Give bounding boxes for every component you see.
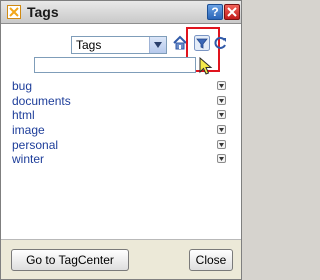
list-item: bug: [1, 79, 241, 94]
chevron-down-icon: [219, 157, 224, 162]
tag-link-bug[interactable]: bug: [12, 79, 32, 93]
tag-menu-button[interactable]: [217, 154, 226, 164]
list-item: winter: [1, 152, 241, 167]
view-select[interactable]: Tags: [71, 36, 167, 54]
chevron-down-icon: [219, 142, 224, 147]
filter-icon[interactable]: [194, 35, 210, 51]
list-item: documents: [1, 94, 241, 109]
tag-menu-button[interactable]: [217, 95, 226, 105]
tag-menu-button[interactable]: [217, 81, 226, 90]
go-to-tagcenter-button[interactable]: Go to TagCenter: [11, 249, 129, 271]
tag-menu-button[interactable]: [217, 110, 226, 120]
chevron-down-icon: [219, 84, 224, 88]
chevron-down-icon: [219, 128, 224, 133]
mouse-cursor-icon: [199, 57, 213, 75]
refresh-icon[interactable]: [212, 35, 228, 51]
title-bar[interactable]: Tags ?: [1, 1, 241, 24]
dialog-title: Tags: [27, 4, 59, 20]
chevron-down-icon: [154, 42, 162, 48]
tag-link-documents[interactable]: documents: [12, 94, 71, 108]
close-button[interactable]: Close: [189, 249, 233, 271]
tag-list: bug documents html image personal winter: [1, 79, 241, 167]
chevron-down-icon: [219, 113, 224, 118]
tag-link-html[interactable]: html: [12, 108, 35, 122]
help-button[interactable]: ?: [207, 4, 223, 20]
tag-toolbar: Tags: [1, 23, 241, 75]
view-select-value: Tags: [76, 38, 102, 52]
close-icon: [227, 7, 237, 17]
close-window-button[interactable]: [224, 4, 240, 20]
tag-menu-button[interactable]: [217, 125, 226, 135]
tag-link-image[interactable]: image: [12, 123, 45, 137]
dropdown-arrow[interactable]: [149, 37, 166, 53]
help-icon: ?: [211, 5, 219, 19]
tag-folder-icon: [7, 5, 21, 19]
dialog-footer: Go to TagCenter Close: [1, 239, 241, 279]
tag-link-winter[interactable]: winter: [12, 152, 44, 166]
tag-link-personal[interactable]: personal: [12, 138, 58, 152]
tags-dialog: Tags ? Tags bug documents html image per…: [0, 0, 242, 280]
tag-menu-button[interactable]: [217, 139, 226, 149]
chevron-down-icon: [219, 98, 224, 103]
list-item: personal: [1, 138, 241, 153]
list-item: image: [1, 123, 241, 138]
tag-filter-input[interactable]: [34, 57, 196, 73]
list-item: html: [1, 108, 241, 123]
